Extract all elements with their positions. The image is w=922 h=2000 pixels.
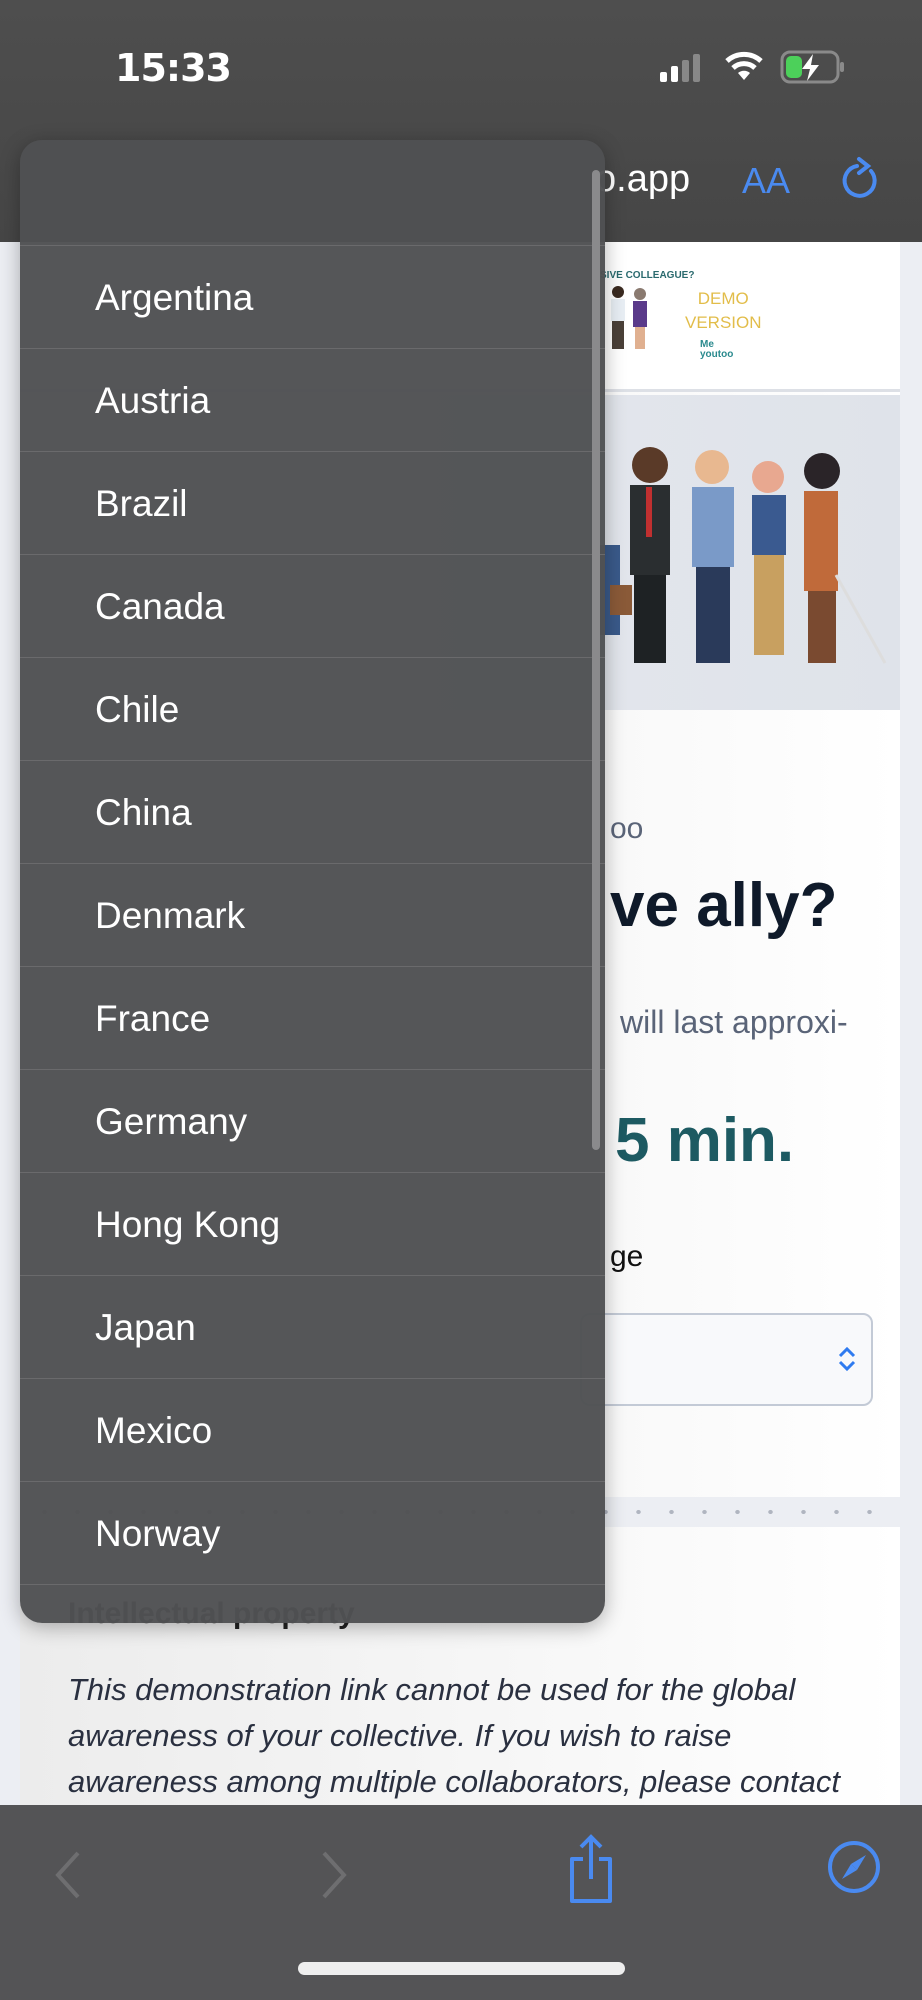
demo-label: DEMO VERSION bbox=[685, 287, 762, 335]
dropdown-option[interactable]: Austria bbox=[20, 348, 605, 451]
dropdown-empty-row bbox=[20, 1584, 605, 1623]
dropdown-option[interactable]: Japan bbox=[20, 1275, 605, 1378]
home-indicator[interactable] bbox=[298, 1962, 625, 1975]
page-margin bbox=[900, 242, 922, 1805]
forward-icon[interactable] bbox=[316, 1845, 352, 1905]
dropdown-header bbox=[20, 140, 605, 245]
signal-icon bbox=[660, 54, 700, 82]
share-icon[interactable] bbox=[565, 1833, 617, 1905]
select-chevron-icon bbox=[838, 1346, 856, 1372]
text-size-button[interactable]: AA bbox=[742, 160, 790, 202]
ip-paragraph: This demonstration link cannot be used f… bbox=[68, 1672, 840, 1799]
dropdown-option[interactable]: Chile bbox=[20, 657, 605, 760]
dropdown-option[interactable]: Norway bbox=[20, 1481, 605, 1584]
dropdown-option[interactable]: Germany bbox=[20, 1069, 605, 1172]
dropdown-option[interactable]: Brazil bbox=[20, 451, 605, 554]
country-select[interactable] bbox=[580, 1313, 873, 1406]
meyoutoo-logo: Me youtoo bbox=[700, 340, 733, 360]
dropdown-option[interactable]: Argentina bbox=[20, 245, 605, 348]
dropdown-option[interactable]: Mexico bbox=[20, 1378, 605, 1481]
banner-people-illustration bbox=[611, 286, 647, 349]
status-time: 15:33 bbox=[115, 46, 232, 90]
dropdown-option[interactable]: Canada bbox=[20, 554, 605, 657]
text-size-label: AA bbox=[742, 160, 791, 201]
back-icon[interactable] bbox=[50, 1845, 86, 1905]
dropdown-option[interactable]: Denmark bbox=[20, 863, 605, 966]
url-text[interactable]: o.app bbox=[595, 158, 690, 201]
dropdown-option[interactable]: Hong Kong bbox=[20, 1172, 605, 1275]
duration-value: 5 min. bbox=[615, 1106, 795, 1175]
logo-line-2: youtoo bbox=[700, 349, 734, 360]
page-heading: ve ally? bbox=[610, 871, 838, 940]
compass-icon[interactable] bbox=[826, 1839, 882, 1895]
reload-icon[interactable] bbox=[835, 155, 885, 205]
demo-line-1: DEMO bbox=[697, 289, 749, 308]
country-dropdown-menu[interactable]: Argentina Austria Brazil Canada Chile China De… bbox=[20, 140, 605, 1623]
demo-line-2: VERSION bbox=[685, 313, 762, 332]
dropdown-option[interactable]: France bbox=[20, 966, 605, 1069]
dropdown-option[interactable]: China bbox=[20, 760, 605, 863]
brand-name: oo bbox=[610, 812, 644, 845]
dropdown-scrollbar[interactable] bbox=[592, 170, 600, 1150]
banner-title: SIVE COLLEAGUE? bbox=[600, 270, 695, 281]
diverse-people-illustration bbox=[600, 447, 887, 664]
language-label: ge bbox=[610, 1240, 644, 1273]
wifi-icon bbox=[725, 51, 763, 80]
duration-description: will last approxi- bbox=[620, 1004, 848, 1040]
battery-charging-icon bbox=[780, 50, 844, 84]
